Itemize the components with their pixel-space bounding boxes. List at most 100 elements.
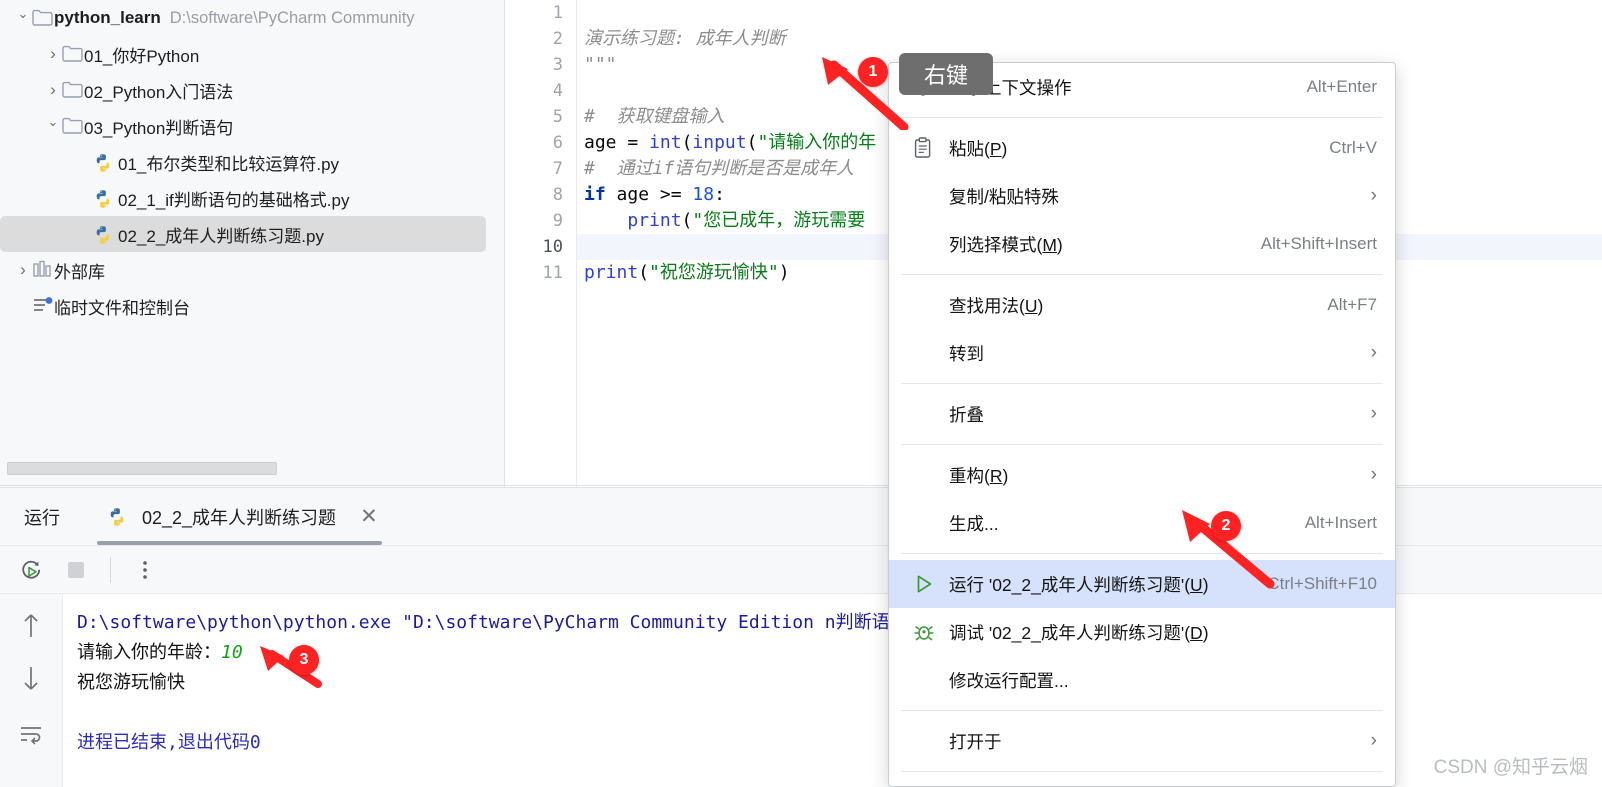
arrow-down-icon[interactable] <box>14 662 48 696</box>
context-menu-item[interactable]: 转到 › <box>889 329 1395 377</box>
code-token: int <box>649 132 682 153</box>
context-menu-item[interactable]: 运行 '02_2_成年人判断练习题'(U) Ctrl+Shift+F10 <box>889 560 1395 608</box>
menu-separator <box>901 710 1383 711</box>
code-line[interactable] <box>577 0 1602 26</box>
more-options-icon[interactable] <box>125 551 165 589</box>
context-menu-item-label: 生成... <box>949 513 999 534</box>
close-icon[interactable]: ✕ <box>360 504 378 529</box>
code-token: print <box>584 262 639 283</box>
tree-item[interactable]: 外部库 <box>0 252 504 288</box>
tree-item-label: 02_1_if判断语句的基础格式.py <box>118 190 350 210</box>
folder-icon <box>62 43 84 65</box>
code-token: # 获取键盘输入 <box>584 106 725 127</box>
code-token: ( <box>681 132 693 153</box>
tree-item[interactable]: python_learn D:\software\PyCharm Communit… <box>0 0 504 36</box>
run-tab-label: 02_2_成年人判断练习题 <box>142 507 337 528</box>
context-menu-item[interactable]: 打开于 › <box>889 717 1395 765</box>
console-line-text[interactable]: 进程已结束,退出代码0 <box>77 732 261 753</box>
tree-item[interactable]: 临时文件和控制台 <box>0 288 504 324</box>
tree-item[interactable]: 02_1_if判断语句的基础格式.py <box>0 180 504 216</box>
context-menu-item-label: 运行 '02_2_成年人判断练习题'(U) <box>949 574 1209 595</box>
tree-item-path: D:\software\PyCharm Community <box>169 8 415 27</box>
tree-item[interactable]: 01_你好Python <box>0 36 504 72</box>
code-token: input <box>692 132 747 153</box>
context-menu-item-label: 查找用法(U) <box>949 295 1044 316</box>
context-menu-item[interactable]: 列选择模式(M) Alt+Shift+Insert <box>889 220 1395 268</box>
code-line[interactable]: 演示练习题: 成年人判断 <box>577 26 1602 52</box>
menu-separator <box>901 383 1383 384</box>
code-token: ( <box>681 210 693 231</box>
line-number: 4 <box>552 81 563 101</box>
tree-item-label: 01_布尔类型和比较运算符.py <box>118 154 340 174</box>
context-menu-item-label: 重构(R) <box>949 465 1009 486</box>
context-menu-item-label: 粘贴(P) <box>949 138 1008 159</box>
annotation-badge-1: 1 <box>858 57 888 87</box>
line-number: 9 <box>552 211 563 231</box>
chevron-right-icon: › <box>1370 403 1377 424</box>
context-menu-item-label: 复制/粘贴特殊 <box>949 186 1059 207</box>
rerun-icon[interactable] <box>12 551 52 589</box>
editor-gutter: 1 2 3 4 5 6 7 8 9 10 11 <box>506 0 577 487</box>
chevron-right-icon[interactable] <box>14 260 32 280</box>
code-token: ( <box>746 132 758 153</box>
annotation-badge-2: 2 <box>1211 511 1241 541</box>
console-line-text: 请输入你的年龄： <box>77 642 221 663</box>
context-menu-item[interactable]: 调试 '02_2_成年人判断练习题'(D) <box>889 608 1395 656</box>
code-token: age >= <box>616 184 693 205</box>
context-menu-item[interactable]: 折叠 › <box>889 390 1395 438</box>
console-side-toolbar <box>0 594 63 787</box>
stop-icon[interactable] <box>56 551 96 589</box>
tree-item[interactable]: 01_布尔类型和比较运算符.py <box>0 144 504 180</box>
chevron-down-icon[interactable] <box>14 10 32 26</box>
toolbar-separator <box>110 556 111 583</box>
tree-item-label: 01_你好Python <box>84 46 200 66</box>
code-token: ) <box>778 262 790 283</box>
context-menu-item[interactable]: 生成... Alt+Insert <box>889 499 1395 547</box>
context-menu-item-shortcut: Ctrl+Shift+F10 <box>1267 574 1377 593</box>
tree-item-label: python_learn <box>54 8 161 27</box>
context-menu-item-shortcut: Alt+Insert <box>1304 513 1377 532</box>
run-tab[interactable]: 02_2_成年人判断练习题 ✕ <box>106 488 378 545</box>
context-menu-item[interactable]: 本地历史记录(H)› <box>889 778 1395 786</box>
python-file-icon <box>92 185 118 212</box>
context-menu-item[interactable]: 查找用法(U) Alt+F7 <box>889 281 1395 329</box>
chevron-right-icon: › <box>1370 185 1377 206</box>
folder-icon <box>62 115 84 137</box>
context-menu-item-shortcut: Alt+Shift+Insert <box>1260 234 1377 253</box>
chevron-down-icon[interactable] <box>44 118 62 134</box>
paste-icon <box>913 137 949 159</box>
chevron-right-icon[interactable] <box>44 80 62 100</box>
context-menu-item[interactable]: 修改运行配置... <box>889 656 1395 704</box>
code-token: = <box>627 132 650 153</box>
console-line-text: 祝您游玩愉快 <box>77 672 185 693</box>
context-menu-item-label: 打开于 <box>949 731 1002 752</box>
soft-wrap-icon[interactable] <box>14 716 48 750</box>
console-user-input: 10 <box>221 642 243 663</box>
watermark: CSDN @知乎云烟 <box>1433 757 1588 778</box>
line-number: 3 <box>552 55 563 75</box>
line-number: 5 <box>552 107 563 127</box>
annotation-badge-3: 3 <box>289 645 319 675</box>
menu-separator <box>901 771 1383 772</box>
context-menu-item[interactable]: 复制/粘贴特殊 › <box>889 172 1395 220</box>
line-number: 1 <box>552 3 563 23</box>
code-token: 演示练习题: 成年人判断 <box>584 28 786 49</box>
project-tree-horizontal-scrollbar[interactable] <box>7 462 277 475</box>
tree-item[interactable]: 02_Python入门语法 <box>0 72 504 108</box>
tree-item[interactable]: 02_2_成年人判断练习题.py <box>0 216 486 252</box>
arrow-up-icon[interactable] <box>14 608 48 642</box>
pycharm-window: python_learn D:\software\PyCharm Communit… <box>0 0 1602 787</box>
chevron-right-icon[interactable] <box>44 44 62 64</box>
line-number: 7 <box>552 159 563 179</box>
code-token: age <box>584 132 628 153</box>
code-token: "您已成年，游玩需要 <box>692 210 866 231</box>
python-file-icon <box>92 221 118 248</box>
code-token: 18 <box>692 184 715 205</box>
editor-context-menu[interactable]: 显示上下文操作 Alt+Enter 粘贴(P) Ctrl+V 复制/粘贴特殊 › 列选择模式… <box>888 62 1396 787</box>
context-menu-item[interactable]: 重构(R) › <box>889 451 1395 499</box>
code-token: : <box>714 184 725 205</box>
context-menu-item[interactable]: 粘贴(P) Ctrl+V <box>889 124 1395 172</box>
run-tab-underline <box>97 541 382 545</box>
tree-item[interactable]: 03_Python判断语句 <box>0 108 504 144</box>
